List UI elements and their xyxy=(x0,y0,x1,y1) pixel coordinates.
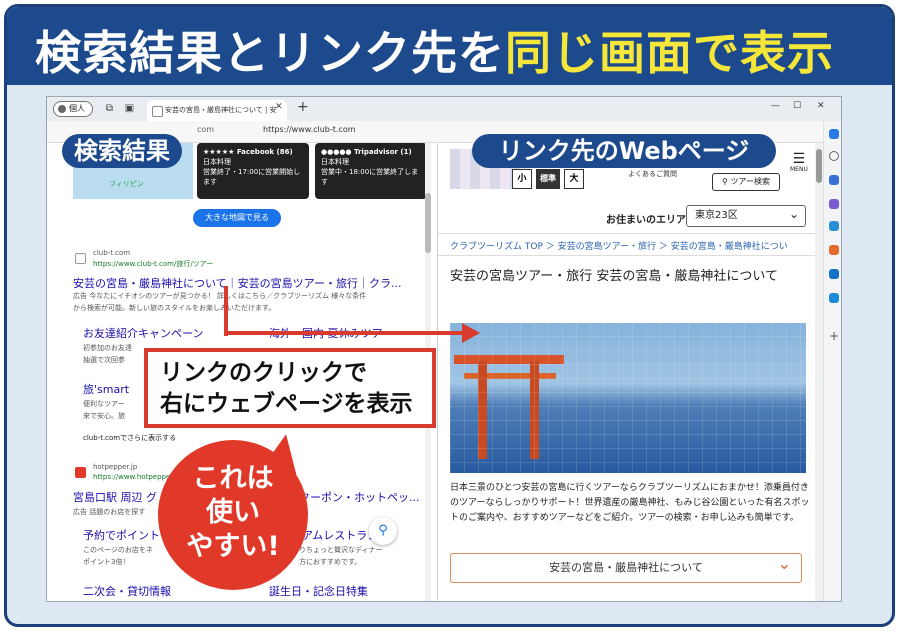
close-window-icon[interactable]: ✕ xyxy=(817,101,825,111)
divider xyxy=(438,255,818,256)
tour-search-button[interactable]: ⚲ ツアー検索 xyxy=(712,173,780,191)
menu-button[interactable]: ☰ MENU xyxy=(790,151,808,173)
page-title: 安芸の宮島ツアー・旅行 安芸の宮島・厳島神社について xyxy=(450,269,778,284)
add-icon[interactable]: + xyxy=(829,330,839,342)
area-select[interactable]: 東京23区 xyxy=(686,204,806,227)
edge-sidebar: + xyxy=(823,121,841,601)
banner-title: 検索結果とリンク先を同じ画面で表示 xyxy=(35,26,834,80)
new-tab-icon[interactable]: + xyxy=(297,99,309,115)
sitelink-points[interactable]: 予約でポイント xyxy=(83,527,160,543)
sitelink-desc: 初参加のお友達 xyxy=(83,344,132,352)
title-banner: 検索結果とリンク先を同じ画面で表示 xyxy=(7,7,892,85)
right-scrollbar[interactable] xyxy=(815,143,823,601)
linked-page-pane: 小 標準 大 よくあるご質問 ⚲ ツアー検索 ☰ MENU お住まいのエリア 東京… xyxy=(437,143,823,601)
arrow-line xyxy=(224,286,228,336)
speech-bubble: これは 使い やすい! xyxy=(158,440,308,590)
profile-button[interactable]: 個人 xyxy=(53,101,93,117)
people-icon[interactable] xyxy=(829,199,839,209)
font-size-normal-button[interactable]: 標準 xyxy=(536,169,560,189)
tab-close-icon[interactable]: ✕ xyxy=(275,102,283,112)
arrow-head-icon xyxy=(462,323,480,343)
sitelink-tabismart[interactable]: 旅'smart xyxy=(83,381,129,397)
workspaces-icon[interactable]: ⧉ xyxy=(103,102,116,115)
sitelink-friend-campaign[interactable]: お友達紹介キャンペーン xyxy=(83,325,203,341)
mosaic-overlay xyxy=(450,323,806,473)
search-results-label: 検索結果 xyxy=(62,134,182,168)
card-rating: ★★★★★ Facebook (86) xyxy=(203,148,293,156)
club-t-favicon xyxy=(75,253,86,264)
url-text[interactable]: https://www.club-t.com xyxy=(263,125,356,134)
arrow-line xyxy=(224,331,464,335)
sitelink-desc: 方におすすめです。 xyxy=(299,558,362,566)
result-title-link[interactable]: 安芸の宮島・厳島神社について｜安芸の宮島ツアー・旅行｜クラ... xyxy=(73,275,402,291)
card-rating: ●●●●● Tripadvisor (1) xyxy=(321,148,412,156)
briefcase-icon[interactable] xyxy=(829,245,839,255)
title-bar: 個人 ⧉ ▣ 安芸の宮島・厳島神社について | 安 ✕ + — ☐ ✕ xyxy=(47,97,841,121)
big-map-button[interactable]: 大きな地図で見る xyxy=(193,209,281,227)
divider xyxy=(438,233,818,234)
copilot-icon[interactable] xyxy=(829,129,839,139)
card-hours: 営業終了・17:00に営業開始します xyxy=(203,168,301,186)
left-url-fragment: com xyxy=(197,125,215,134)
sitelink-desc: このページのお店をネ xyxy=(83,546,153,554)
search-icon[interactable] xyxy=(829,151,839,161)
more-results-link[interactable]: club-t.comでさらに表示する xyxy=(83,433,176,443)
scroll-thumb[interactable] xyxy=(816,149,822,183)
map-place-label: フィリピン xyxy=(109,180,144,188)
maximize-icon[interactable]: ☐ xyxy=(793,101,801,111)
menu-label: MENU xyxy=(790,166,808,173)
card-type: 日本料理 xyxy=(203,158,231,166)
callout-box: リンクのクリックで 右にウェブページを表示 xyxy=(144,348,436,428)
minimize-icon[interactable]: — xyxy=(771,101,780,111)
sitelink-desc: ポイント3倍！ xyxy=(83,558,130,566)
callout-line: リンクのクリックで xyxy=(160,360,367,386)
result-title-link[interactable]: 宮島口駅 周辺 グ xyxy=(73,489,157,505)
vertical-tabs-icon[interactable]: ▣ xyxy=(123,102,136,115)
sitelink-desc: 抽選で次回参 xyxy=(83,356,125,364)
review-card-facebook[interactable]: ★★★★★ Facebook (86) 日本料理 営業終了・17:00に営業開始… xyxy=(197,143,309,199)
tour-search-label: ツアー検索 xyxy=(730,177,770,186)
torii-photo xyxy=(450,323,806,473)
result-site: club-t.com xyxy=(93,249,131,257)
faq-link[interactable]: よくあるご質問 xyxy=(628,169,677,179)
globe-icon[interactable] xyxy=(829,221,839,231)
card-type: 日本料理 xyxy=(321,158,349,166)
sitelink-desc: 来で安心。旅 xyxy=(83,412,125,420)
outlook-icon[interactable] xyxy=(829,269,839,279)
bubble-line: やすい! xyxy=(186,531,280,562)
bubble-line: 使い xyxy=(206,497,260,528)
result-url[interactable]: https://www.club-t.com/旅行/ツアー xyxy=(93,259,213,269)
breadcrumb[interactable]: クラブツーリズム TOP ＞ 安芸の宮島ツアー・旅行 ＞ 安芸の宮島・厳島神社に… xyxy=(450,239,788,252)
font-size-large-button[interactable]: 大 xyxy=(564,169,584,189)
sitelink-birthday[interactable]: 誕生日・記念日特集 xyxy=(269,583,368,599)
review-card-tripadvisor[interactable]: ●●●●● Tripadvisor (1) 日本料理 営業中・18:00に営業終… xyxy=(315,143,427,199)
font-size-small-button[interactable]: 小 xyxy=(512,169,532,189)
accordion-header[interactable]: 安芸の宮島・厳島神社について xyxy=(450,550,802,583)
tag-icon[interactable] xyxy=(829,175,839,185)
bubble-line: これは xyxy=(192,463,274,494)
area-label: お住まいのエリア xyxy=(606,215,686,226)
result-snippet: から検索が可能。新しい旅のスタイルをお楽しみいただけます。 xyxy=(73,304,276,312)
result-title-link[interactable]: クーポン・ホットペッ... xyxy=(299,489,420,505)
linked-page-label: リンク先のWebページ xyxy=(472,134,776,168)
callout-line: 右にウェブページを表示 xyxy=(160,391,413,417)
card-hours: 営業中・18:00に営業終了します xyxy=(321,168,419,186)
sitelink-party[interactable]: 二次会・貸切情報 xyxy=(83,583,171,599)
browser-tab[interactable]: 安芸の宮島・厳島神社について | 安 xyxy=(147,100,287,121)
result-snippet: 広告 話題のお店を探す xyxy=(73,508,146,516)
shopping-icon[interactable] xyxy=(829,293,839,303)
page-description: 日本三景のひとつ安芸の宮島に行くツアーならクラブツーリズムにおまかせ！添乗員付き… xyxy=(450,483,810,523)
hotpepper-favicon xyxy=(75,467,86,478)
scroll-thumb[interactable] xyxy=(425,193,431,253)
result-snippet: 広告 今なたにイチオシのツアーが見つかる！ 詳しくはこちら／クラブツーリズム 様… xyxy=(73,292,367,300)
sitelink-desc: 便利なツアー xyxy=(83,400,125,408)
sitelink-desc: りちょっと贅沢なディナー xyxy=(299,546,383,554)
result-site: hotpepper.jp xyxy=(93,463,138,471)
search-icon[interactable]: ⚲ xyxy=(369,517,397,545)
